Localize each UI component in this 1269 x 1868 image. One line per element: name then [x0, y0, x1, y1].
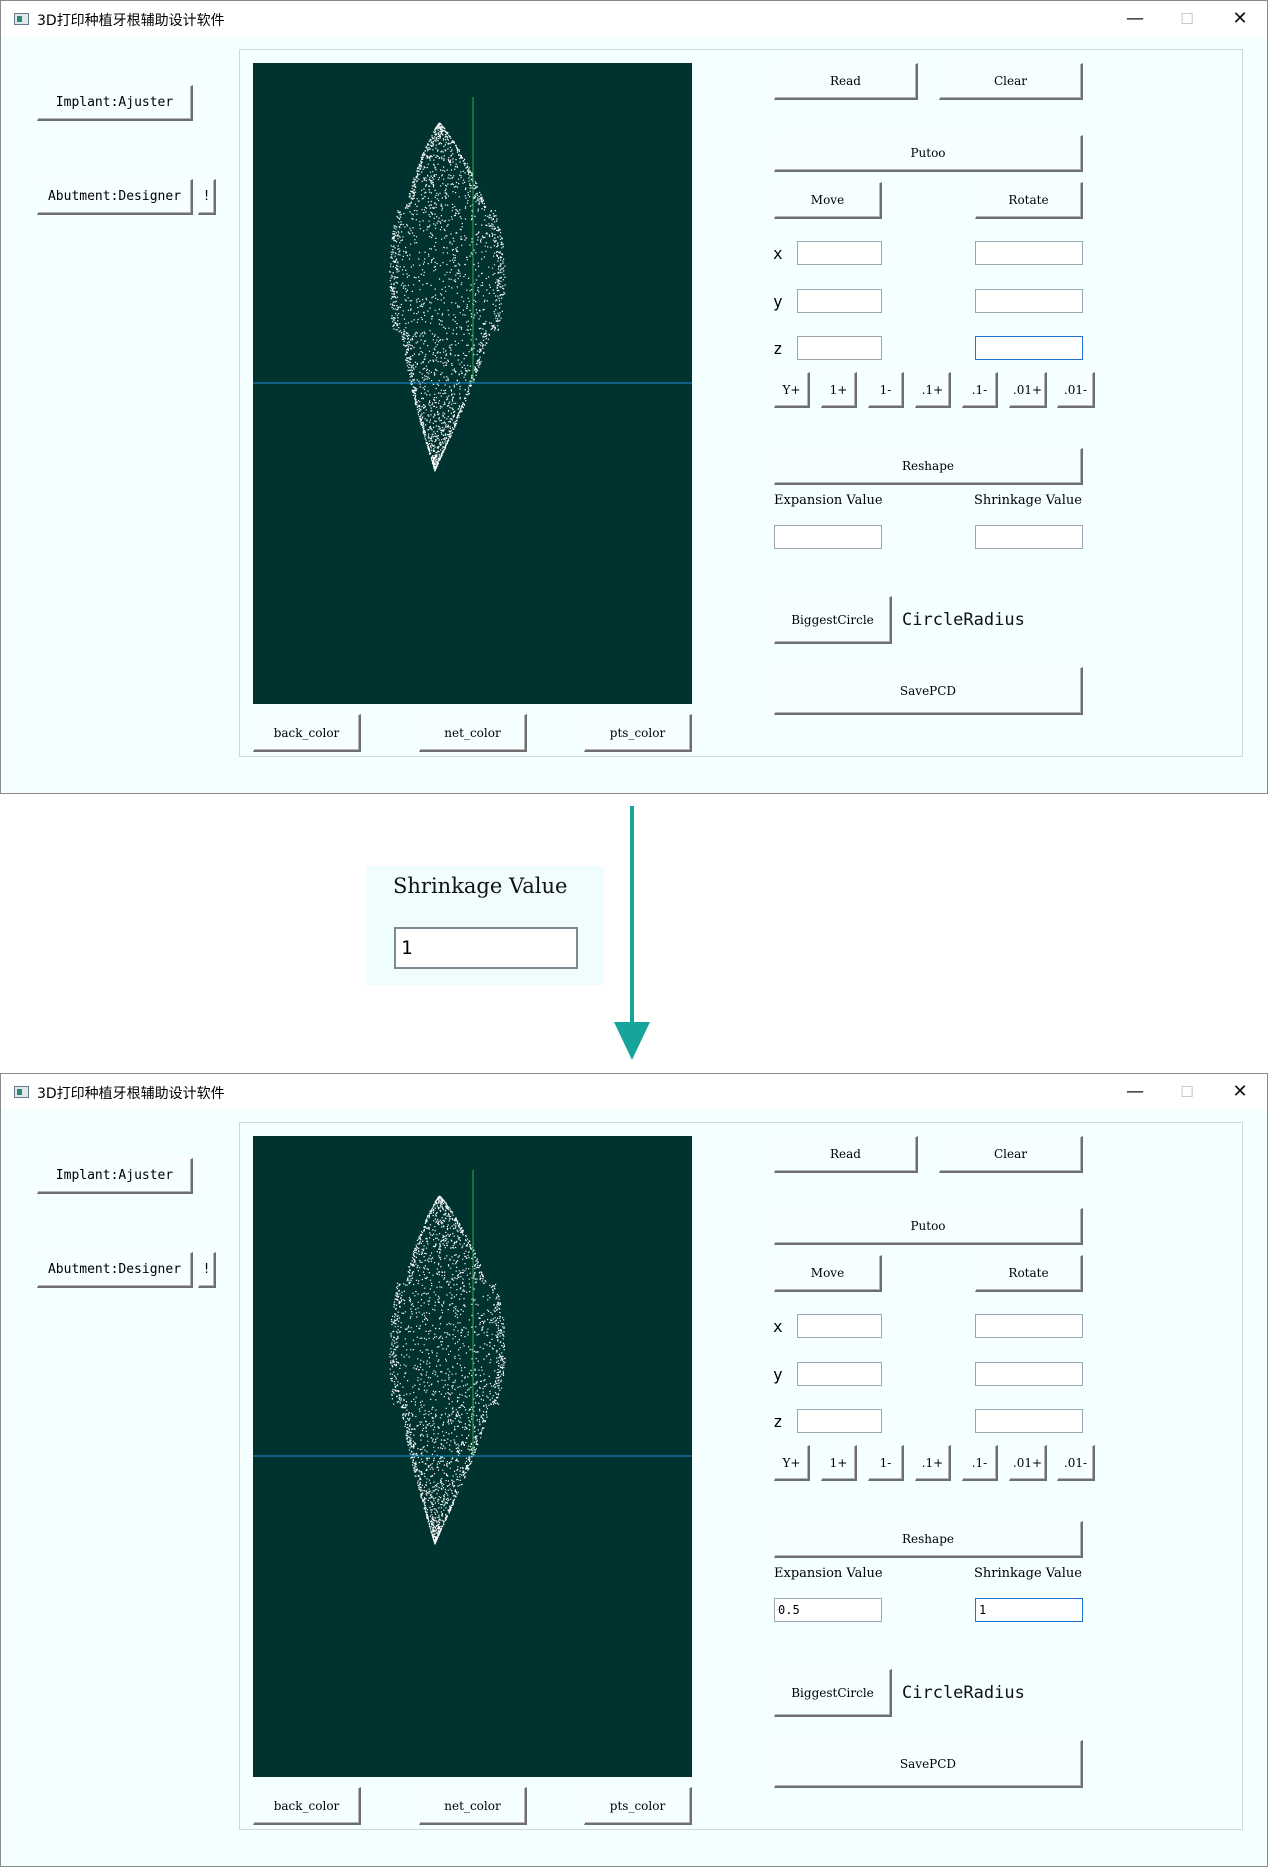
implant-ajuster-button[interactable]: Implant:Ajuster: [37, 85, 193, 121]
putoo-button[interactable]: Putoo: [774, 135, 1083, 172]
pts-color-button[interactable]: pts_color: [584, 1787, 692, 1825]
minimize-icon[interactable]: —: [1115, 1080, 1155, 1104]
abutment-info-button[interactable]: !: [198, 179, 216, 215]
shrinkage-value-field[interactable]: [975, 1598, 1083, 1622]
step-1-minus-button[interactable]: 1-: [868, 1445, 904, 1481]
3d-viewport[interactable]: [253, 1136, 692, 1777]
x-axis-label: x: [773, 1317, 783, 1336]
shrinkage-zoom-callout: Shrinkage Value: [366, 866, 604, 985]
maximize-icon[interactable]: ☐: [1167, 7, 1207, 31]
expansion-value-label: Expansion Value: [774, 1566, 883, 1581]
circle-radius-label: CircleRadius: [902, 1683, 1025, 1703]
step-y-plus-button[interactable]: Y+: [774, 372, 810, 408]
window-title: 3D打印种植牙根辅助设计软件: [37, 1086, 225, 1102]
expansion-value-field[interactable]: [774, 1598, 882, 1622]
rotate-x-field[interactable]: [975, 1314, 1083, 1338]
step-001-plus-button[interactable]: .01+: [1009, 372, 1047, 408]
move-y-field[interactable]: [797, 289, 882, 313]
rotate-y-field[interactable]: [975, 289, 1083, 313]
point-cloud-view: [253, 97, 692, 472]
x-axis-label: x: [773, 244, 783, 263]
rotate-y-field[interactable]: [975, 1362, 1083, 1386]
title-bar[interactable]: 3D打印种植牙根辅助设计软件 — ☐ ✕: [1, 1074, 1267, 1110]
save-pcd-button[interactable]: SavePCD: [774, 1740, 1083, 1788]
expansion-value-field[interactable]: [774, 525, 882, 549]
z-axis-label: z: [773, 339, 783, 358]
back-color-button[interactable]: back_color: [253, 1787, 361, 1825]
step-1-plus-button[interactable]: 1+: [821, 1445, 857, 1481]
zoom-shrinkage-label: Shrinkage Value: [393, 874, 568, 898]
app-icon: [14, 13, 29, 25]
step-01-minus-button[interactable]: .1-: [962, 372, 998, 408]
step-01-minus-button[interactable]: .1-: [962, 1445, 998, 1481]
biggest-circle-button[interactable]: BiggestCircle: [774, 1669, 892, 1717]
rotate-button[interactable]: Rotate: [975, 182, 1083, 219]
shrinkage-value-field[interactable]: [975, 525, 1083, 549]
read-button[interactable]: Read: [774, 1136, 918, 1173]
shrinkage-value-label: Shrinkage Value: [974, 493, 1082, 508]
abutment-designer-button[interactable]: Abutment:Designer: [37, 179, 193, 215]
net-color-button[interactable]: net_color: [419, 1787, 527, 1825]
clear-button[interactable]: Clear: [939, 63, 1083, 100]
tooth-point-cloud: [389, 1195, 506, 1545]
step-001-plus-button[interactable]: .01+: [1009, 1445, 1047, 1481]
expansion-value-label: Expansion Value: [774, 493, 883, 508]
point-cloud-view: [253, 1170, 692, 1545]
move-x-field[interactable]: [797, 241, 882, 265]
app-icon: [14, 1086, 29, 1098]
transition-arrow-head: [614, 1022, 650, 1060]
step-01-plus-button[interactable]: .1+: [915, 1445, 951, 1481]
3d-viewport[interactable]: [253, 63, 692, 704]
move-z-field[interactable]: [797, 1409, 882, 1433]
clear-button[interactable]: Clear: [939, 1136, 1083, 1173]
back-color-button[interactable]: back_color: [253, 714, 361, 752]
abutment-designer-button[interactable]: Abutment:Designer: [37, 1252, 193, 1288]
tooth-points: [389, 1195, 506, 1545]
move-y-field[interactable]: [797, 1362, 882, 1386]
y-axis-label: y: [773, 292, 783, 311]
step-001-minus-button[interactable]: .01-: [1057, 1445, 1095, 1481]
title-bar[interactable]: 3D打印种植牙根辅助设计软件 — ☐ ✕: [1, 1, 1267, 37]
close-icon[interactable]: ✕: [1220, 7, 1260, 31]
pts-color-button[interactable]: pts_color: [584, 714, 692, 752]
maximize-icon[interactable]: ☐: [1167, 1080, 1207, 1104]
app-window-after: 3D打印种植牙根辅助设计软件 — ☐ ✕ Implant:Ajuster Abu…: [0, 1073, 1268, 1867]
step-01-plus-button[interactable]: .1+: [915, 372, 951, 408]
read-button[interactable]: Read: [774, 63, 918, 100]
rotate-x-field[interactable]: [975, 241, 1083, 265]
implant-ajuster-button[interactable]: Implant:Ajuster: [37, 1158, 193, 1194]
reshape-button[interactable]: Reshape: [774, 1521, 1083, 1558]
save-pcd-button[interactable]: SavePCD: [774, 667, 1083, 715]
reshape-button[interactable]: Reshape: [774, 448, 1083, 485]
step-1-minus-button[interactable]: 1-: [868, 372, 904, 408]
window-title: 3D打印种植牙根辅助设计软件: [37, 13, 225, 29]
move-x-field[interactable]: [797, 1314, 882, 1338]
close-icon[interactable]: ✕: [1220, 1080, 1260, 1104]
app-window-before: 3D打印种植牙根辅助设计软件 — ☐ ✕ Implant:Ajuster Abu…: [0, 0, 1268, 794]
tooth-point-cloud: [389, 122, 506, 472]
zoom-shrinkage-field[interactable]: [394, 927, 578, 969]
rotate-z-field[interactable]: [975, 336, 1083, 360]
minimize-icon[interactable]: —: [1115, 7, 1155, 31]
move-button[interactable]: Move: [774, 182, 882, 219]
putoo-button[interactable]: Putoo: [774, 1208, 1083, 1245]
tooth-points: [389, 122, 506, 472]
abutment-info-button[interactable]: !: [198, 1252, 216, 1288]
y-axis-label: y: [773, 1365, 783, 1384]
net-color-button[interactable]: net_color: [419, 714, 527, 752]
z-axis-label: z: [773, 1412, 783, 1431]
step-1-plus-button[interactable]: 1+: [821, 372, 857, 408]
move-button[interactable]: Move: [774, 1255, 882, 1292]
transition-arrow-line: [630, 806, 634, 1028]
move-z-field[interactable]: [797, 336, 882, 360]
step-001-minus-button[interactable]: .01-: [1057, 372, 1095, 408]
rotate-z-field[interactable]: [975, 1409, 1083, 1433]
step-y-plus-button[interactable]: Y+: [774, 1445, 810, 1481]
biggest-circle-button[interactable]: BiggestCircle: [774, 596, 892, 644]
circle-radius-label: CircleRadius: [902, 610, 1025, 630]
rotate-button[interactable]: Rotate: [975, 1255, 1083, 1292]
shrinkage-value-label: Shrinkage Value: [974, 1566, 1082, 1581]
